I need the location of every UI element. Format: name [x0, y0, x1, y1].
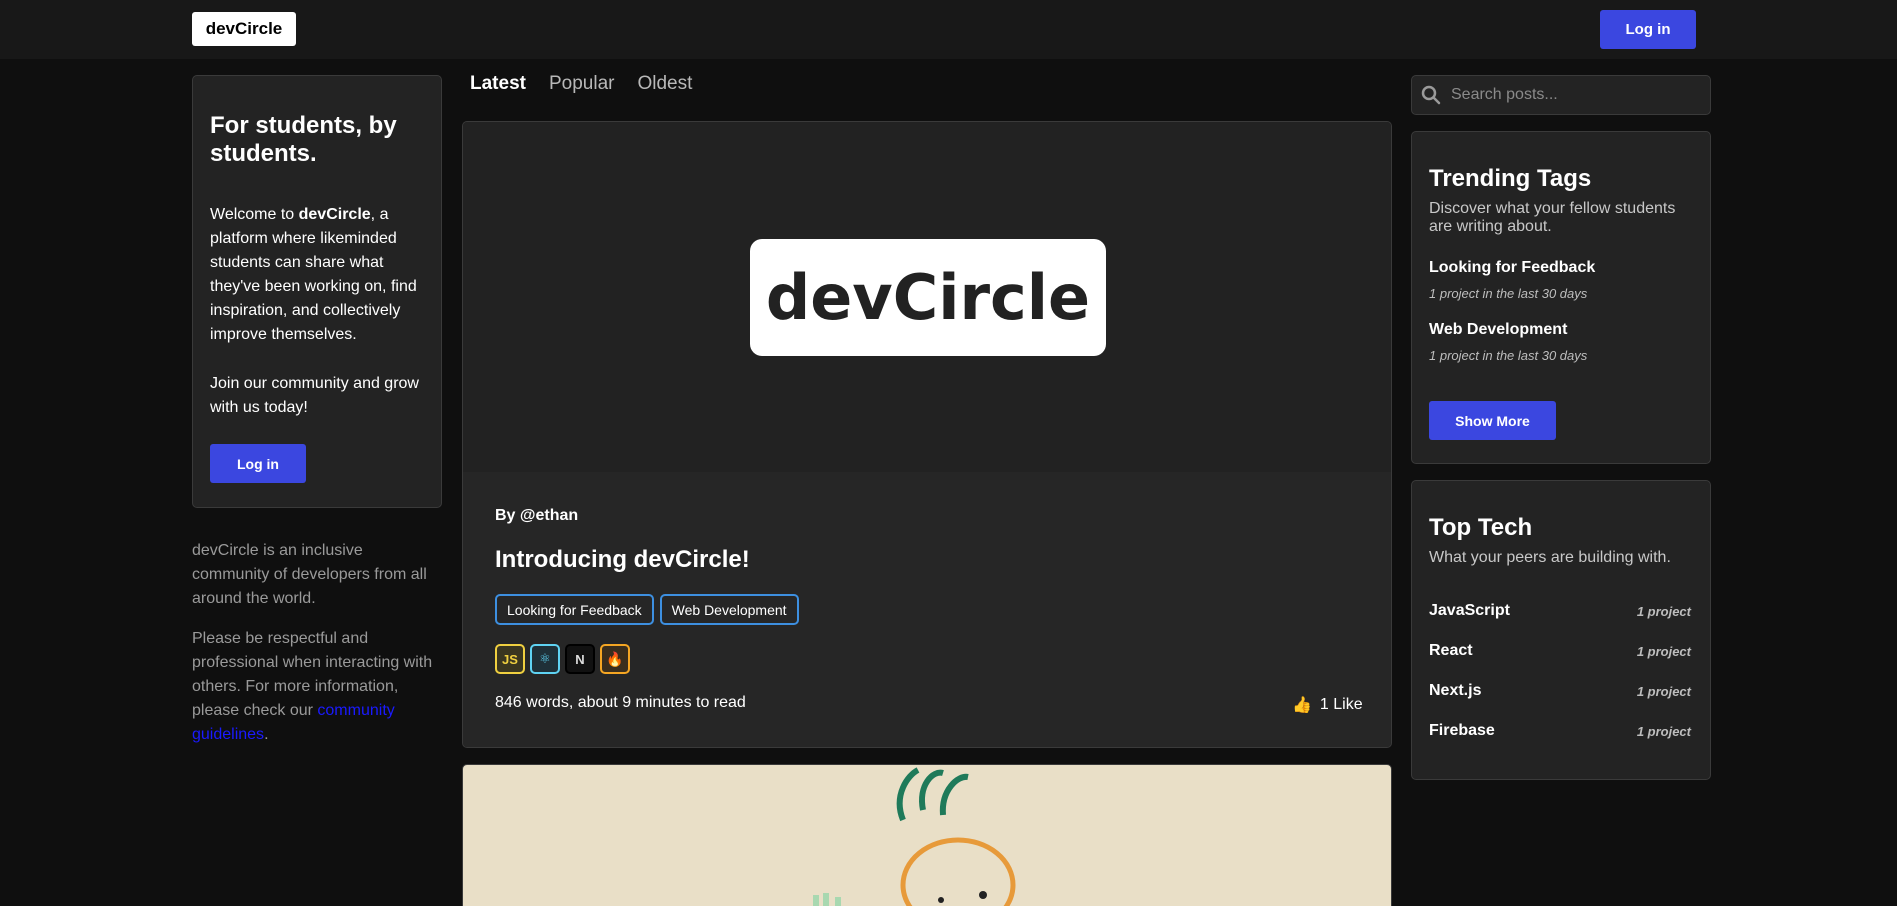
post-title[interactable]: Introducing devCircle!: [495, 546, 750, 574]
post-tags: Looking for Feedback Web Development: [495, 594, 799, 625]
trending-item[interactable]: Web Development 1 project in the last 30…: [1429, 321, 1587, 363]
tech-name: Firebase: [1429, 722, 1495, 739]
firebase-glyph: 🔥: [606, 650, 624, 667]
nav-login-button[interactable]: Log in: [1600, 10, 1696, 49]
post-wordcount: 846 words, about 9 minutes to read: [495, 694, 746, 711]
tag-looking-for-feedback[interactable]: Looking for Feedback: [495, 594, 654, 625]
top-tech-subtitle: What your peers are building with.: [1429, 549, 1671, 566]
top-tech-card: Top Tech What your peers are building wi…: [1411, 480, 1711, 780]
tab-popular[interactable]: Popular: [549, 73, 615, 95]
search-box: [1411, 75, 1711, 115]
like-count: 1 Like: [1319, 696, 1363, 713]
intro-welcome-brand: devCircle: [298, 206, 371, 223]
post-tech-stack: JS ⚛ N 🔥: [495, 644, 630, 674]
trending-item-name: Looking for Feedback: [1429, 259, 1596, 276]
tech-count: 1 project: [1636, 683, 1691, 699]
intro-join: Join our community and grow with us toda…: [210, 375, 419, 416]
trending-tags-card: Trending Tags Discover what your fellow …: [1411, 131, 1711, 464]
post-cover-image-2: [813, 767, 1016, 906]
react-glyph: ⚛: [539, 651, 551, 666]
intro-login-button[interactable]: Log in: [210, 444, 306, 483]
post-cover-image[interactable]: devCircle: [463, 122, 1391, 472]
tech-row[interactable]: JavaScript 1 project: [1429, 602, 1691, 620]
tech-name: JavaScript: [1429, 602, 1510, 619]
intro-welcome-prefix: Welcome to: [210, 206, 299, 223]
javascript-glyph: JS: [502, 651, 518, 667]
top-tech-title: Top Tech: [1429, 514, 1533, 541]
brand-logo[interactable]: devCircle: [192, 12, 296, 46]
trending-item-meta: 1 project in the last 30 days: [1429, 348, 1588, 363]
tech-count: 1 project: [1636, 603, 1691, 619]
about-p2-prefix: Please be respectful and professional wh…: [192, 630, 433, 719]
about-text: devCircle is an inclusive community of d…: [192, 539, 442, 763]
tech-row[interactable]: Firebase 1 project: [1429, 722, 1691, 740]
nextjs-icon: N: [565, 644, 595, 674]
react-icon: ⚛: [530, 644, 560, 674]
trending-subtitle: Discover what your fellow students are w…: [1429, 200, 1676, 235]
about-paragraph-2: Please be respectful and professional wh…: [192, 627, 442, 747]
search-input[interactable]: [1451, 76, 1706, 114]
tech-name: Next.js: [1429, 682, 1482, 699]
tech-row[interactable]: Next.js 1 project: [1429, 682, 1691, 700]
show-more-button[interactable]: Show More: [1429, 401, 1556, 440]
tech-row[interactable]: React 1 project: [1429, 642, 1691, 660]
search-icon: [1421, 85, 1441, 105]
sort-tabs: Latest Popular Oldest: [470, 73, 692, 95]
intro-title: For students, by students.: [210, 112, 397, 167]
trending-title: Trending Tags: [1429, 165, 1592, 192]
intro-card: For students, by students. Welcome to de…: [192, 75, 442, 508]
tech-count: 1 project: [1636, 643, 1691, 659]
nextjs-glyph: N: [575, 651, 585, 667]
about-paragraph-1: devCircle is an inclusive community of d…: [192, 542, 427, 607]
tech-count: 1 project: [1636, 723, 1691, 739]
trending-item[interactable]: Looking for Feedback 1 project in the la…: [1429, 259, 1595, 301]
trending-item-meta: 1 project in the last 30 days: [1429, 286, 1588, 301]
tech-name: React: [1429, 642, 1473, 659]
tab-oldest[interactable]: Oldest: [637, 73, 692, 95]
firebase-icon: 🔥: [600, 644, 630, 674]
post-card-2[interactable]: [462, 764, 1392, 906]
like-button[interactable]: 👍 1 Like: [1292, 695, 1363, 715]
cover-logo: devCircle: [750, 239, 1106, 356]
intro-welcome-suffix: , a platform where likeminded students c…: [210, 206, 417, 343]
post-author[interactable]: By @ethan: [495, 507, 578, 525]
javascript-icon: JS: [495, 644, 525, 674]
about-p2-suffix: .: [264, 726, 269, 743]
top-nav: devCircle Log in: [0, 0, 1897, 59]
thumbs-up-icon: 👍: [1292, 697, 1312, 714]
trending-item-name: Web Development: [1429, 321, 1568, 338]
tag-web-development[interactable]: Web Development: [659, 594, 799, 625]
tab-latest[interactable]: Latest: [470, 73, 526, 95]
intro-welcome: Welcome to devCircle, a platform where l…: [210, 203, 430, 347]
